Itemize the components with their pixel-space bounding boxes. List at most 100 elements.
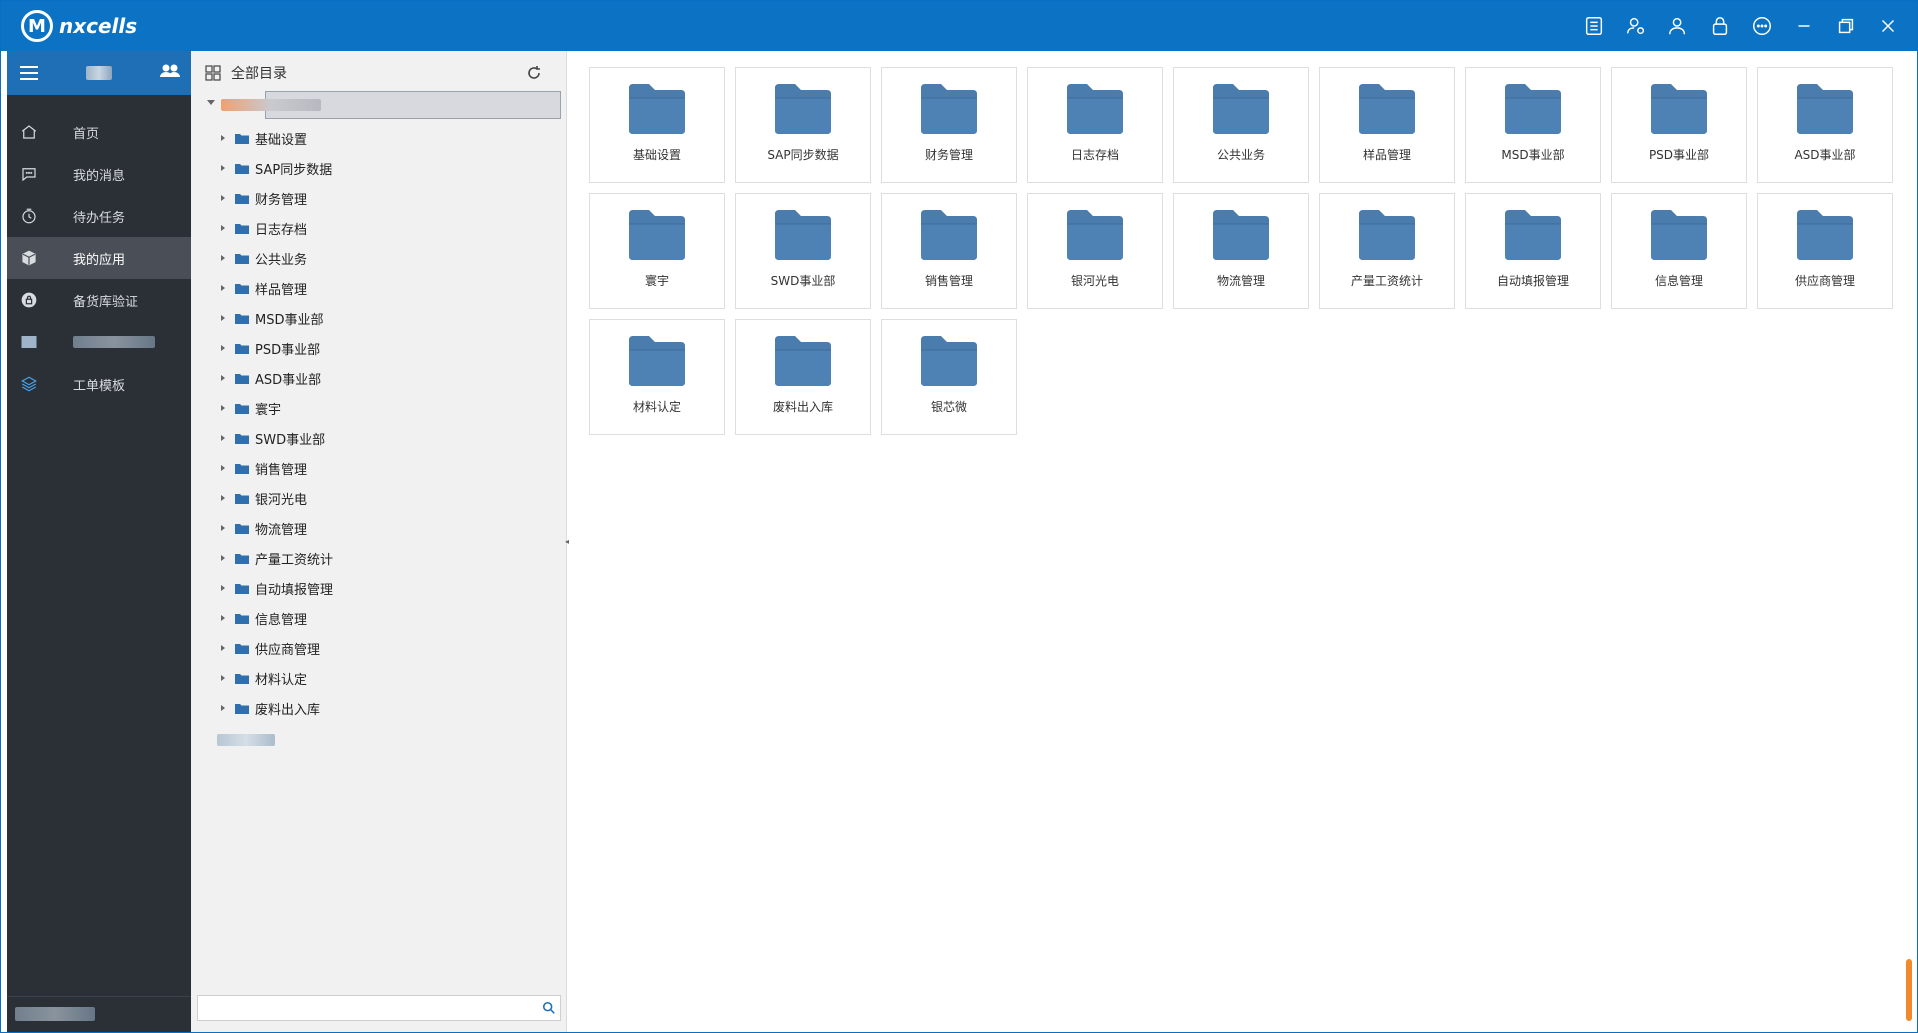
notes-button[interactable] bbox=[1573, 13, 1615, 39]
caret-right-icon[interactable] bbox=[221, 615, 225, 621]
folder-card[interactable]: 公共业务 bbox=[1173, 67, 1309, 183]
caret-right-icon[interactable] bbox=[221, 465, 225, 471]
sidebar-item-4[interactable]: 备货库验证 bbox=[7, 279, 191, 321]
caret-right-icon[interactable] bbox=[221, 285, 225, 291]
folder-card[interactable]: ASD事业部 bbox=[1757, 67, 1893, 183]
caret-right-icon[interactable] bbox=[221, 585, 225, 591]
tree-node[interactable]: MSD事业部 bbox=[191, 303, 551, 333]
tree-extra-node[interactable] bbox=[217, 725, 275, 755]
tree-node[interactable]: SAP同步数据 bbox=[191, 153, 551, 183]
folder-card[interactable]: 废料出入库 bbox=[735, 319, 871, 435]
folder-card[interactable]: 物流管理 bbox=[1173, 193, 1309, 309]
folder-card[interactable]: 日志存档 bbox=[1027, 67, 1163, 183]
tree-search-field[interactable] bbox=[198, 996, 528, 1020]
folder-icon bbox=[1651, 84, 1707, 134]
tree-node[interactable]: 信息管理 bbox=[191, 603, 551, 633]
sidebar-item-1[interactable]: 我的消息 bbox=[7, 153, 191, 195]
folder-card[interactable]: SAP同步数据 bbox=[735, 67, 871, 183]
caret-right-icon[interactable] bbox=[221, 195, 225, 201]
tree-node[interactable]: SWD事业部 bbox=[191, 423, 551, 453]
tree-search-input[interactable] bbox=[197, 995, 561, 1021]
sidebar-item-3[interactable]: 我的应用 bbox=[7, 237, 191, 279]
folder-card[interactable]: 银芯微 bbox=[881, 319, 1017, 435]
folder-card[interactable]: 样品管理 bbox=[1319, 67, 1455, 183]
caret-right-icon[interactable] bbox=[221, 345, 225, 351]
folder-card[interactable]: 信息管理 bbox=[1611, 193, 1747, 309]
tree-node[interactable]: 产量工资统计 bbox=[191, 543, 551, 573]
folder-card[interactable]: 供应商管理 bbox=[1757, 193, 1893, 309]
caret-down-icon[interactable] bbox=[207, 100, 215, 105]
scrollbar-thumb[interactable] bbox=[1906, 959, 1912, 1021]
tree-node[interactable]: 销售管理 bbox=[191, 453, 551, 483]
sidebar-item-2[interactable]: 待办任务 bbox=[7, 195, 191, 237]
caret-right-icon[interactable] bbox=[221, 675, 225, 681]
tree-node[interactable]: 样品管理 bbox=[191, 273, 551, 303]
lock-button[interactable] bbox=[1699, 13, 1741, 39]
search-icon[interactable] bbox=[542, 1001, 556, 1015]
folder-card[interactable]: 基础设置 bbox=[589, 67, 725, 183]
sidebar-item-label: 我的应用 bbox=[73, 252, 126, 268]
caret-right-icon[interactable] bbox=[221, 405, 225, 411]
tree-node-label: SAP同步数据 bbox=[255, 162, 333, 178]
caret-right-icon[interactable] bbox=[221, 225, 225, 231]
caret-right-icon[interactable] bbox=[221, 495, 225, 501]
folder-icon bbox=[235, 703, 249, 714]
tree-node[interactable]: 寰宇 bbox=[191, 393, 551, 423]
refresh-icon[interactable] bbox=[526, 65, 542, 81]
user-settings-button[interactable] bbox=[1615, 13, 1657, 39]
sidebar-item-5[interactable] bbox=[7, 321, 191, 363]
hamburger-menu-icon[interactable] bbox=[19, 65, 39, 81]
sidebar-item-label: 首页 bbox=[73, 126, 100, 142]
folder-card[interactable]: MSD事业部 bbox=[1465, 67, 1601, 183]
minimize-button[interactable] bbox=[1783, 13, 1825, 39]
users-switch-icon[interactable] bbox=[159, 63, 181, 83]
tree-node[interactable]: ASD事业部 bbox=[191, 363, 551, 393]
sidebar-item-6[interactable]: 工单模板 bbox=[7, 363, 191, 405]
tree-node[interactable]: PSD事业部 bbox=[191, 333, 551, 363]
folder-card[interactable]: 材料认定 bbox=[589, 319, 725, 435]
tree-root-node[interactable] bbox=[201, 91, 561, 119]
blurred-username bbox=[86, 66, 112, 80]
tree-node[interactable]: 供应商管理 bbox=[191, 633, 551, 663]
caret-right-icon[interactable] bbox=[221, 315, 225, 321]
caret-right-icon[interactable] bbox=[221, 135, 225, 141]
folder-card[interactable]: 自动填报管理 bbox=[1465, 193, 1601, 309]
restore-button[interactable] bbox=[1825, 13, 1867, 39]
folder-card[interactable]: 产量工资统计 bbox=[1319, 193, 1455, 309]
tree-node[interactable]: 银河光电 bbox=[191, 483, 551, 513]
caret-right-icon[interactable] bbox=[221, 705, 225, 711]
folder-icon bbox=[235, 433, 249, 444]
close-button[interactable] bbox=[1867, 13, 1909, 39]
tree-node[interactable]: 自动填报管理 bbox=[191, 573, 551, 603]
tree-node[interactable]: 日志存档 bbox=[191, 213, 551, 243]
tree-node[interactable]: 财务管理 bbox=[191, 183, 551, 213]
caret-right-icon[interactable] bbox=[221, 375, 225, 381]
folder-card[interactable]: PSD事业部 bbox=[1611, 67, 1747, 183]
caret-right-icon[interactable] bbox=[221, 165, 225, 171]
sidebar-item-label: 备货库验证 bbox=[73, 294, 139, 310]
sidebar-item-label: 工单模板 bbox=[73, 378, 126, 394]
folder-card[interactable]: 财务管理 bbox=[881, 67, 1017, 183]
folder-card[interactable]: 销售管理 bbox=[881, 193, 1017, 309]
caret-right-icon[interactable] bbox=[221, 525, 225, 531]
tree-node[interactable]: 物流管理 bbox=[191, 513, 551, 543]
blurred-footer-text bbox=[15, 1007, 95, 1021]
caret-right-icon[interactable] bbox=[221, 555, 225, 561]
caret-right-icon[interactable] bbox=[221, 435, 225, 441]
tree-node[interactable]: 材料认定 bbox=[191, 663, 551, 693]
folder-card[interactable]: 寰宇 bbox=[589, 193, 725, 309]
caret-right-icon[interactable] bbox=[221, 255, 225, 261]
tree-node[interactable]: 基础设置 bbox=[191, 123, 551, 153]
folder-card[interactable]: 银河光电 bbox=[1027, 193, 1163, 309]
tree-node-label: 银河光电 bbox=[255, 492, 308, 508]
more-button[interactable] bbox=[1741, 13, 1783, 39]
tree-node[interactable]: 废料出入库 bbox=[191, 693, 551, 723]
tree-node[interactable]: 公共业务 bbox=[191, 243, 551, 273]
folder-icon bbox=[1505, 84, 1561, 134]
collapse-panel-icon[interactable]: ◂ bbox=[565, 537, 569, 546]
caret-right-icon[interactable] bbox=[221, 645, 225, 651]
user-button[interactable] bbox=[1657, 13, 1699, 39]
folder-label: 银芯微 bbox=[930, 400, 967, 414]
sidebar-item-0[interactable]: 首页 bbox=[7, 111, 191, 153]
folder-card[interactable]: SWD事业部 bbox=[735, 193, 871, 309]
